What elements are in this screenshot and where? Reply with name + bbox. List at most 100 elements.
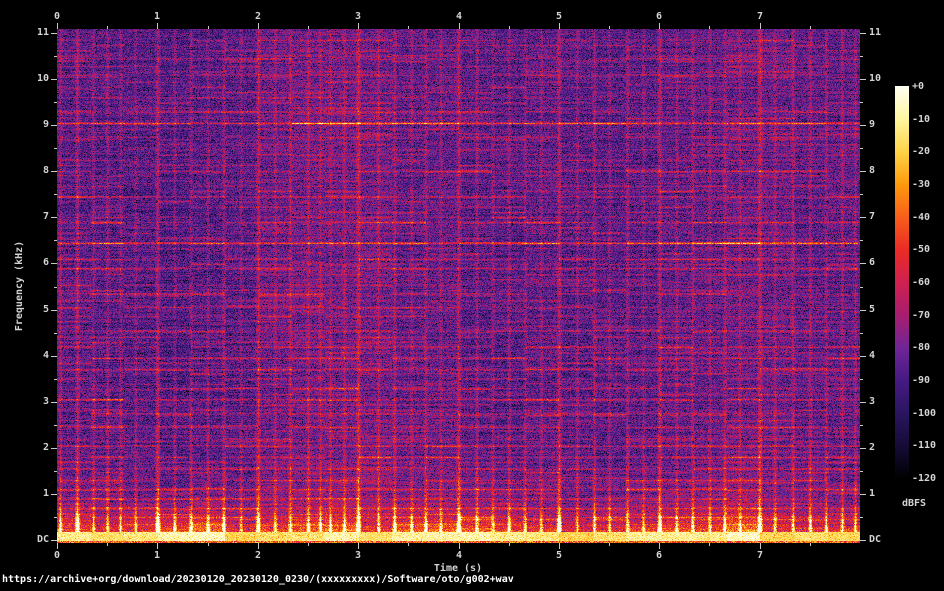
y-axis-tick-left (51, 79, 57, 80)
colorbar-tick-label: -70 (912, 310, 930, 322)
y-axis-tick-label-left: 6 (0, 257, 49, 269)
x-axis-tick-bottom (258, 543, 259, 549)
y-axis-tick-label-right: 6 (869, 257, 875, 269)
x-axis-tick-top (258, 23, 259, 29)
y-axis-tick-left (51, 356, 57, 357)
y-axis-minor-tick-right (860, 517, 863, 518)
y-axis-minor-tick-left (54, 148, 57, 149)
y-axis-tick-label-right: 4 (869, 350, 875, 362)
y-axis-tick-label-right: 8 (869, 165, 875, 177)
y-axis-tick-right (860, 79, 866, 80)
x-axis-tick-label-top: 1 (154, 11, 160, 23)
x-axis-minor-tick-top (208, 26, 209, 29)
y-axis-tick-label-right: 7 (869, 211, 875, 223)
x-axis-minor-tick-bottom (408, 543, 409, 546)
x-axis-minor-tick-top (408, 26, 409, 29)
x-axis-tick-label-bottom: 1 (154, 550, 160, 562)
colorbar-title: dBFS (902, 498, 926, 510)
x-axis-minor-tick-bottom (208, 543, 209, 546)
x-axis-tick-label-bottom: 5 (556, 550, 562, 562)
x-axis-tick-top (459, 23, 460, 29)
colorbar-tick-label: -20 (912, 146, 930, 158)
y-axis-tick-label-right: 1 (869, 488, 875, 500)
colorbar-tick-label: +0 (912, 81, 924, 93)
colorbar-tick-label: -40 (912, 212, 930, 224)
x-axis-minor-tick-top (509, 26, 510, 29)
x-axis-minor-tick-bottom (709, 543, 710, 546)
y-axis-tick-right (860, 171, 866, 172)
x-axis-tick-bottom (157, 543, 158, 549)
x-axis-minor-tick-bottom (509, 543, 510, 546)
x-axis-tick-label-top: 5 (556, 11, 562, 23)
y-axis-tick-label-left: 2 (0, 442, 49, 454)
x-axis-minor-tick-top (709, 26, 710, 29)
y-axis-tick-left (51, 402, 57, 403)
y-axis-tick-right (860, 402, 866, 403)
x-axis-tick-bottom (57, 543, 58, 549)
x-axis-tick-label-top: 6 (656, 11, 662, 23)
y-axis-tick-right (860, 448, 866, 449)
y-axis-tick-left (51, 263, 57, 264)
y-axis-tick-label-left: 11 (0, 27, 49, 39)
y-axis-minor-tick-right (860, 379, 863, 380)
y-axis-tick-label-right: 9 (869, 119, 875, 131)
x-axis-tick-top (760, 23, 761, 29)
x-axis-minor-tick-top (810, 26, 811, 29)
x-axis-minor-tick-bottom (810, 543, 811, 546)
spectrogram-window: Frequency (kHz) Time (s) dBFS https://ar… (0, 0, 944, 591)
y-axis-minor-tick-right (860, 148, 863, 149)
y-axis-tick-left (51, 171, 57, 172)
y-axis-minor-tick-right (860, 56, 863, 57)
y-axis-tick-right (860, 263, 866, 264)
x-axis-tick-label-bottom: 3 (355, 550, 361, 562)
y-axis-tick-left (51, 494, 57, 495)
colorbar-tick-label: -80 (912, 342, 930, 354)
y-axis-tick-label-left: 9 (0, 119, 49, 131)
y-axis-tick-right (860, 540, 866, 541)
x-axis-tick-bottom (559, 543, 560, 549)
x-axis-tick-label-bottom: 7 (757, 550, 763, 562)
x-axis-tick-top (358, 23, 359, 29)
y-axis-minor-tick-left (54, 333, 57, 334)
y-axis-tick-label-left: 7 (0, 211, 49, 223)
x-axis-minor-tick-top (609, 26, 610, 29)
colorbar-tick-label: -100 (912, 408, 936, 420)
x-axis-tick-label-bottom: 2 (255, 550, 261, 562)
y-axis-minor-tick-left (54, 379, 57, 380)
colorbar-tick-label: -50 (912, 244, 930, 256)
y-axis-minor-tick-right (860, 425, 863, 426)
x-axis-tick-label-top: 3 (355, 11, 361, 23)
y-axis-tick-label-right: 3 (869, 396, 875, 408)
x-axis-minor-tick-top (107, 26, 108, 29)
y-axis-minor-tick-left (54, 287, 57, 288)
x-axis-tick-label-bottom: 0 (54, 550, 60, 562)
y-axis-tick-label-left: 10 (0, 73, 49, 85)
x-axis-tick-label-bottom: 6 (656, 550, 662, 562)
y-axis-tick-left (51, 125, 57, 126)
y-axis-minor-tick-left (54, 102, 57, 103)
x-axis-minor-tick-bottom (609, 543, 610, 546)
y-axis-tick-right (860, 494, 866, 495)
y-axis-tick-left (51, 217, 57, 218)
y-axis-tick-label-right: 5 (869, 304, 875, 316)
x-axis-tick-top (157, 23, 158, 29)
y-axis-tick-label-left: 8 (0, 165, 49, 177)
y-axis-tick-label-left: 5 (0, 304, 49, 316)
x-axis-minor-tick-bottom (308, 543, 309, 546)
x-axis-tick-label-top: 0 (54, 11, 60, 23)
y-axis-minor-tick-left (54, 517, 57, 518)
y-axis-tick-left (51, 540, 57, 541)
colorbar-tick-label: -10 (912, 114, 930, 126)
y-axis-minor-tick-left (54, 471, 57, 472)
y-axis-tick-right (860, 356, 866, 357)
y-axis-tick-right (860, 125, 866, 126)
source-url-caption: https://archive+org/download/20230120_20… (2, 574, 514, 586)
colorbar-tick-label: -110 (912, 440, 936, 452)
y-axis-tick-right (860, 217, 866, 218)
x-axis-tick-label-top: 2 (255, 11, 261, 23)
x-axis-tick-label-bottom: 4 (456, 550, 462, 562)
x-axis-tick-bottom (358, 543, 359, 549)
y-axis-tick-right (860, 33, 866, 34)
y-axis-tick-left (51, 448, 57, 449)
x-axis-tick-bottom (459, 543, 460, 549)
